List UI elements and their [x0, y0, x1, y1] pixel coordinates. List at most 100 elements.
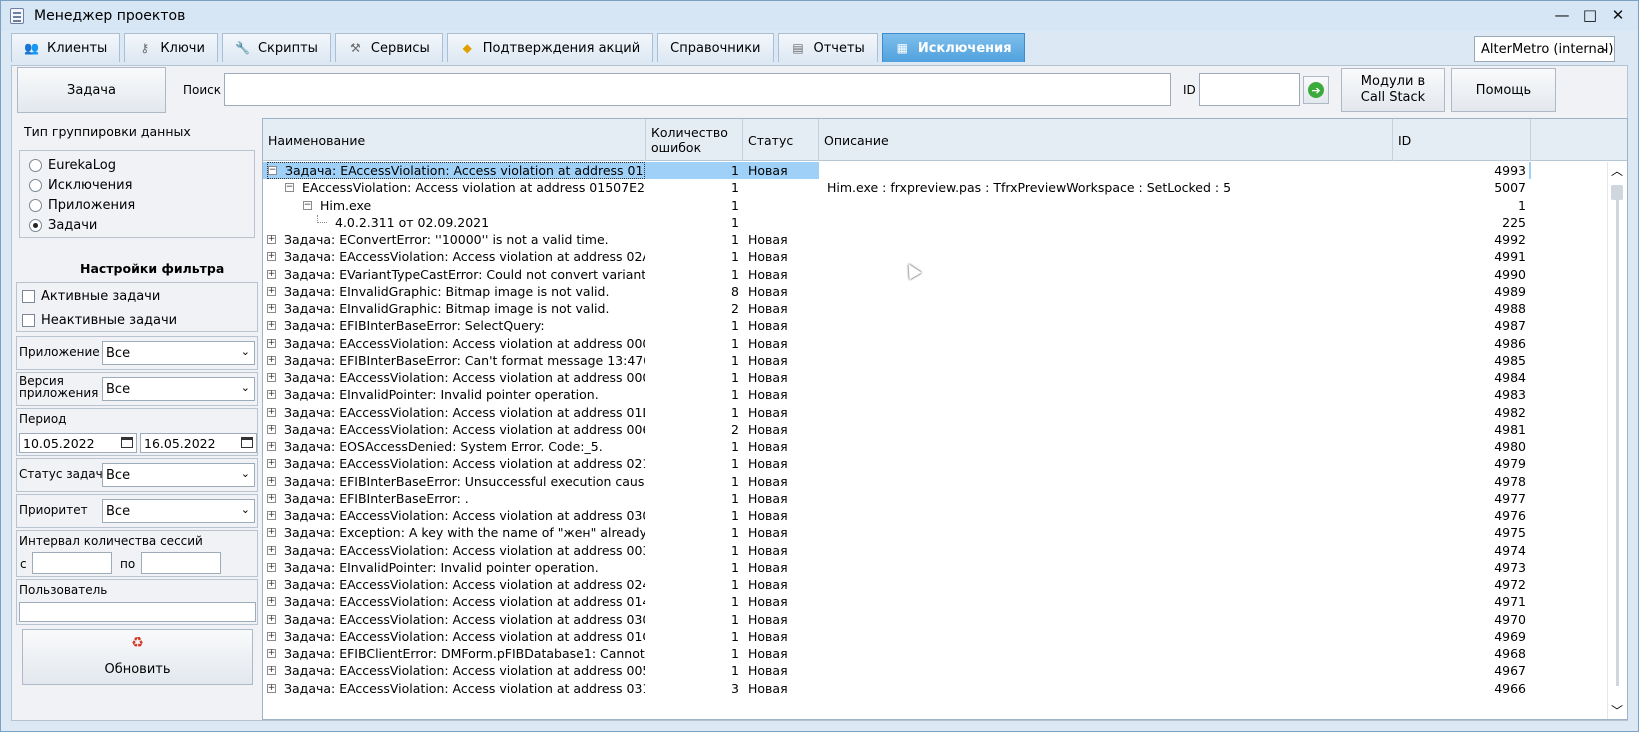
vertical-scrollbar[interactable]: ︿ ﹀	[1607, 162, 1627, 719]
user-input[interactable]	[19, 602, 256, 622]
table-row[interactable]: + Задача: EAccessViolation: Access violat…	[263, 455, 1531, 472]
column-header-id[interactable]: ID	[1393, 119, 1531, 161]
application-select[interactable]: Все ⌄	[102, 341, 255, 365]
expand-icon[interactable]: +	[267, 683, 276, 693]
table-row[interactable]: + Задача: EInvalidPointer: Invalid pointe…	[263, 386, 1531, 403]
priority-select[interactable]: Все ⌄	[102, 499, 255, 523]
expand-icon[interactable]: +	[267, 459, 276, 469]
sessions-from-input[interactable]	[32, 552, 112, 574]
expand-icon[interactable]: +	[267, 286, 276, 296]
column-header-name[interactable]: Наименование	[263, 119, 646, 161]
table-row[interactable]: + Задача: EAccessViolation: Access violat…	[263, 404, 1531, 421]
expand-icon[interactable]: +	[267, 338, 276, 348]
status-select[interactable]: Все ⌄	[102, 463, 255, 487]
table-row[interactable]: + Задача: EAccessViolation: Access violat…	[263, 335, 1531, 352]
expand-icon[interactable]: +	[267, 424, 276, 434]
table-row[interactable]: + Задача: EAccessViolation: Access violat…	[263, 369, 1531, 386]
tab-keys[interactable]: ⚷ Ключи	[124, 33, 218, 62]
active-tasks-checkbox[interactable]: Активные задачи	[17, 284, 257, 308]
maximize-button[interactable]: □	[1576, 4, 1604, 26]
tab-exceptions[interactable]: ▦ Исключения	[881, 33, 1025, 62]
table-row[interactable]: + Задача: EAccessViolation: Access violat…	[263, 628, 1531, 645]
table-row[interactable]: + Задача: EInvalidGraphic: Bitmap image i…	[263, 300, 1531, 317]
expand-icon[interactable]: +	[267, 493, 276, 503]
tab-references[interactable]: Справочники	[657, 33, 774, 62]
expand-icon[interactable]: +	[267, 321, 276, 331]
expand-icon[interactable]: +	[267, 235, 276, 244]
table-row[interactable]: − EAccessViolation: Access violation at a…	[263, 179, 1531, 196]
calendar-icon[interactable]	[241, 437, 253, 448]
table-row[interactable]: + Задача: EVariantTypeCastError: Could no…	[263, 266, 1531, 283]
date-from-picker[interactable]: 10.05.2022	[19, 433, 137, 453]
expand-icon[interactable]: +	[267, 631, 276, 641]
expand-icon[interactable]: +	[267, 580, 276, 589]
table-row[interactable]: + Задача: EFIBClientError: DMForm.pFIBDat…	[263, 645, 1531, 662]
expand-icon[interactable]: +	[267, 545, 276, 555]
minimize-button[interactable]: —	[1548, 4, 1576, 26]
column-header-description[interactable]: Описание	[819, 119, 1393, 161]
expand-icon[interactable]: +	[267, 252, 276, 262]
table-row[interactable]: + Задача: EAccessViolation: Access violat…	[263, 421, 1531, 438]
close-button[interactable]: ✕	[1604, 4, 1632, 26]
expand-icon[interactable]: +	[267, 304, 276, 313]
table-row[interactable]: + Задача: EAccessViolation: Access violat…	[263, 542, 1531, 559]
expand-icon[interactable]: +	[267, 597, 276, 607]
expand-icon[interactable]: +	[267, 511, 276, 520]
tab-reports[interactable]: ▤ Отчеты	[777, 33, 878, 62]
sessions-to-input[interactable]	[141, 552, 221, 574]
radio-exceptions[interactable]: Исключения	[20, 175, 254, 195]
expand-icon[interactable]: +	[267, 390, 276, 400]
expand-icon[interactable]: +	[267, 442, 276, 451]
table-row[interactable]: + Задача: EAccessViolation: Access violat…	[263, 248, 1531, 265]
table-row[interactable]: + Задача: EFIBInterBaseError: . 1 Новая 4977	[263, 490, 1531, 507]
table-row[interactable]: + Задача: EAccessViolation: Access violat…	[263, 507, 1531, 524]
radio-eurekalog[interactable]: EurekaLog	[20, 155, 254, 175]
inactive-tasks-checkbox[interactable]: Неактивные задачи	[17, 308, 257, 332]
table-row[interactable]: + Задача: EOSAccessDenied: System Error. …	[263, 438, 1531, 455]
task-button[interactable]: Задача	[17, 67, 166, 113]
collapse-icon[interactable]: −	[303, 200, 312, 210]
expand-icon[interactable]: +	[267, 562, 276, 572]
scroll-thumb[interactable]	[1611, 185, 1623, 200]
tab-services[interactable]: ⚒ Сервисы	[334, 33, 443, 62]
calendar-icon[interactable]	[121, 437, 133, 448]
scroll-down-icon[interactable]: ﹀	[1611, 702, 1623, 719]
table-row[interactable]: + Задача: EAccessViolation: Access violat…	[263, 611, 1531, 628]
expand-icon[interactable]: +	[267, 649, 276, 658]
version-select[interactable]: Все ⌄	[102, 377, 255, 401]
tab-promo-confirmations[interactable]: ◆ Подтверждения акций	[446, 33, 654, 62]
radio-applications[interactable]: Приложения	[20, 195, 254, 215]
collapse-icon[interactable]: −	[285, 183, 294, 193]
scroll-up-icon[interactable]: ︿	[1611, 162, 1623, 179]
search-input[interactable]	[224, 73, 1171, 106]
refresh-button[interactable]: ♻ Обновить	[22, 629, 253, 685]
expand-icon[interactable]: +	[267, 476, 276, 486]
help-button[interactable]: Помощь	[1451, 68, 1556, 112]
table-row[interactable]: + Задача: EFIBInterBaseError: Can't forma…	[263, 352, 1531, 369]
table-row[interactable]: + Задача: Exception: A key with the name …	[263, 524, 1531, 541]
table-row[interactable]: + Задача: EAccessViolation: Access violat…	[263, 593, 1531, 610]
table-row[interactable]: + Задача: EConvertError: ''10000'' is not…	[263, 231, 1531, 248]
column-header-status[interactable]: Статус	[743, 119, 819, 161]
table-row[interactable]: 4.0.2.311 от 02.09.2021 1 225	[263, 214, 1531, 231]
table-row[interactable]: − Задача: EAccessViolation: Access violat…	[263, 162, 1531, 180]
table-row[interactable]: + Задача: EInvalidGraphic: Bitmap image i…	[263, 283, 1531, 300]
call-stack-modules-button[interactable]: Модули в Call Stack	[1341, 68, 1445, 112]
table-row[interactable]: + Задача: EFIBInterBaseError: Unsuccessfu…	[263, 473, 1531, 490]
table-row[interactable]: + Задача: EAccessViolation: Access violat…	[263, 576, 1531, 593]
expand-icon[interactable]: +	[267, 666, 276, 676]
radio-tasks[interactable]: Задачи	[20, 215, 254, 235]
column-header-count[interactable]: Количество ошибок	[646, 119, 743, 161]
expand-icon[interactable]: +	[267, 614, 276, 624]
table-row[interactable]: + Задача: EInvalidPointer: Invalid pointe…	[263, 559, 1531, 576]
expand-icon[interactable]: +	[267, 373, 276, 382]
table-row[interactable]: + Задача: EAccessViolation: Access violat…	[263, 680, 1531, 697]
expand-icon[interactable]: +	[267, 269, 276, 279]
collapse-icon[interactable]: −	[268, 166, 277, 175]
tab-clients[interactable]: 👥 Клиенты	[11, 33, 121, 62]
expand-icon[interactable]: +	[267, 528, 276, 538]
expand-icon[interactable]: +	[267, 355, 276, 365]
table-row[interactable]: + Задача: EFIBInterBaseError: SelectQuery…	[263, 317, 1531, 334]
go-button[interactable]: ➔	[1303, 76, 1329, 104]
table-row[interactable]: + Задача: EAccessViolation: Access violat…	[263, 662, 1531, 679]
